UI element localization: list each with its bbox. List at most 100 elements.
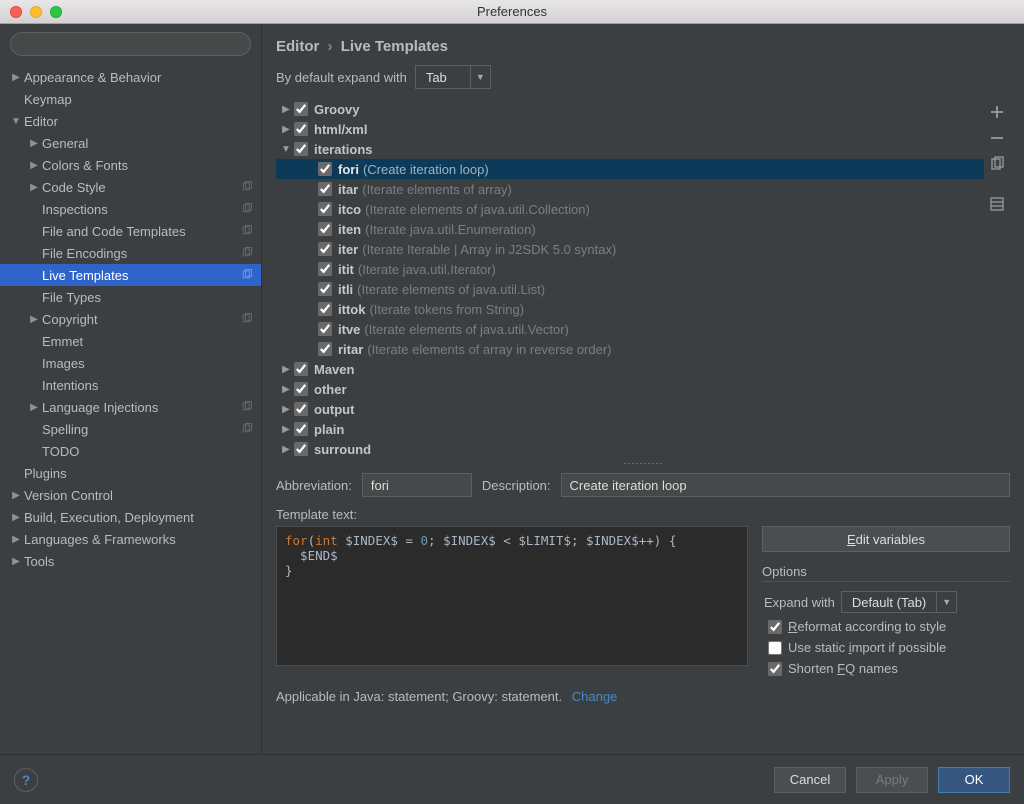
expand-with-combo[interactable]: Default (Tab) ▼ [841, 591, 957, 613]
change-contexts-link[interactable]: Change [572, 689, 618, 704]
ok-button[interactable]: OK [938, 767, 1010, 793]
sidebar-item[interactable]: ▶Version Control [0, 484, 261, 506]
project-scope-icon [241, 246, 253, 261]
template-checkbox[interactable] [318, 202, 332, 216]
template-checkbox[interactable] [294, 362, 308, 376]
sidebar-item[interactable]: ▶Code Style [0, 176, 261, 198]
template-group[interactable]: ▶output [276, 399, 984, 419]
template-group[interactable]: ▶surround [276, 439, 984, 459]
sidebar-item[interactable]: ▶Emmet [0, 330, 261, 352]
code-kw-int: int [315, 533, 338, 548]
template-group[interactable]: ▶Groovy [276, 99, 984, 119]
template-checkbox[interactable] [294, 142, 308, 156]
sidebar-item[interactable]: ▶File Encodings [0, 242, 261, 264]
template-checkbox[interactable] [318, 182, 332, 196]
template-group-label: output [314, 402, 354, 417]
chevron-down-icon[interactable]: ▼ [470, 66, 490, 88]
template-item[interactable]: ▶itco(Iterate elements of java.util.Coll… [276, 199, 984, 219]
sidebar-item[interactable]: ▶Inspections [0, 198, 261, 220]
template-item[interactable]: ▶iten(Iterate java.util.Enumeration) [276, 219, 984, 239]
template-checkbox[interactable] [318, 342, 332, 356]
history-icon[interactable] [988, 195, 1006, 213]
template-checkbox[interactable] [294, 122, 308, 136]
sidebar-item[interactable]: ▶Images [0, 352, 261, 374]
template-group[interactable]: ▶html/xml [276, 119, 984, 139]
maximize-icon[interactable] [50, 6, 62, 18]
sidebar-item[interactable]: ▶Live Templates [0, 264, 261, 286]
sidebar-item[interactable]: ▶Plugins [0, 462, 261, 484]
template-checkbox[interactable] [318, 242, 332, 256]
template-group[interactable]: ▼iterations [276, 139, 984, 159]
abbr-label: Abbreviation: [276, 478, 352, 493]
template-checkbox[interactable] [318, 162, 332, 176]
sidebar-item[interactable]: ▶Language Injections [0, 396, 261, 418]
template-item[interactable]: ▶itar(Iterate elements of array) [276, 179, 984, 199]
template-item[interactable]: ▶itli(Iterate elements of java.util.List… [276, 279, 984, 299]
shorten-fq-checkbox[interactable] [768, 662, 782, 676]
options-header: Options [762, 564, 1010, 582]
template-group[interactable]: ▶Maven [276, 359, 984, 379]
close-icon[interactable] [10, 6, 22, 18]
template-checkbox[interactable] [294, 402, 308, 416]
template-checkbox[interactable] [294, 442, 308, 456]
desc-label: Description: [482, 478, 551, 493]
template-group-label: other [314, 382, 347, 397]
sidebar-item[interactable]: ▶Build, Execution, Deployment [0, 506, 261, 528]
sidebar-item[interactable]: ▶Keymap [0, 88, 261, 110]
sidebar-item[interactable]: ▶Appearance & Behavior [0, 66, 261, 88]
sidebar-item[interactable]: ▶Colors & Fonts [0, 154, 261, 176]
sidebar-item[interactable]: ▶Copyright [0, 308, 261, 330]
reformat-checkbox[interactable] [768, 620, 782, 634]
sidebar-item[interactable]: ▶Languages & Frameworks [0, 528, 261, 550]
add-icon[interactable] [988, 103, 1006, 121]
copy-icon[interactable] [988, 155, 1006, 173]
static-import-checkbox[interactable] [768, 641, 782, 655]
minimize-icon[interactable] [30, 6, 42, 18]
sidebar-item[interactable]: ▶Intentions [0, 374, 261, 396]
template-checkbox[interactable] [318, 222, 332, 236]
template-tree[interactable]: ▶Groovy▶html/xml▼iterations▶fori(Create … [276, 99, 984, 459]
template-checkbox[interactable] [318, 322, 332, 336]
template-checkbox[interactable] [318, 302, 332, 316]
expand-default-combo[interactable]: Tab ▼ [415, 65, 491, 89]
remove-icon[interactable] [988, 129, 1006, 147]
template-checkbox[interactable] [294, 382, 308, 396]
template-checkbox[interactable] [294, 422, 308, 436]
abbreviation-input[interactable] [362, 473, 472, 497]
template-abbr: ritar [338, 342, 363, 357]
template-item[interactable]: ▶ritar(Iterate elements of array in reve… [276, 339, 984, 359]
reformat-label: Reformat according to style [788, 619, 946, 634]
search-input[interactable] [10, 32, 251, 56]
template-group[interactable]: ▶plain [276, 419, 984, 439]
sidebar-item[interactable]: ▶Spelling [0, 418, 261, 440]
sidebar-item[interactable]: ▶File Types [0, 286, 261, 308]
template-abbr: fori [338, 162, 359, 177]
template-text-editor[interactable]: for(int $INDEX$ = 0; $INDEX$ < $LIMIT$; … [276, 526, 748, 666]
chevron-right-icon: › [328, 38, 333, 55]
template-group[interactable]: ▶other [276, 379, 984, 399]
template-checkbox[interactable] [318, 282, 332, 296]
template-item[interactable]: ▶fori(Create iteration loop) [276, 159, 984, 179]
template-desc: (Create iteration loop) [363, 162, 489, 177]
sidebar-item[interactable]: ▶Tools [0, 550, 261, 572]
template-group-label: html/xml [314, 122, 367, 137]
sidebar-item[interactable]: ▶General [0, 132, 261, 154]
description-input[interactable] [561, 473, 1010, 497]
sidebar-item[interactable]: ▶TODO [0, 440, 261, 462]
chevron-down-icon[interactable]: ▼ [936, 592, 956, 612]
sidebar-tree[interactable]: ▶Appearance & Behavior▶Keymap▼Editor▶Gen… [0, 64, 261, 754]
template-checkbox[interactable] [294, 102, 308, 116]
sidebar-item[interactable]: ▶File and Code Templates [0, 220, 261, 242]
sidebar-item[interactable]: ▼Editor [0, 110, 261, 132]
apply-button[interactable]: Apply [856, 767, 928, 793]
edit-variables-button[interactable]: Edit variables [762, 526, 1010, 552]
template-checkbox[interactable] [318, 262, 332, 276]
template-item[interactable]: ▶iter(Iterate Iterable | Array in J2SDK … [276, 239, 984, 259]
cancel-button[interactable]: Cancel [774, 767, 846, 793]
help-button[interactable]: ? [14, 768, 38, 792]
sidebar-item-label: File Encodings [42, 246, 127, 261]
template-item[interactable]: ▶ittok(Iterate tokens from String) [276, 299, 984, 319]
splitter-gripper[interactable] [276, 459, 1010, 467]
template-item[interactable]: ▶itve(Iterate elements of java.util.Vect… [276, 319, 984, 339]
template-item[interactable]: ▶itit(Iterate java.util.Iterator) [276, 259, 984, 279]
